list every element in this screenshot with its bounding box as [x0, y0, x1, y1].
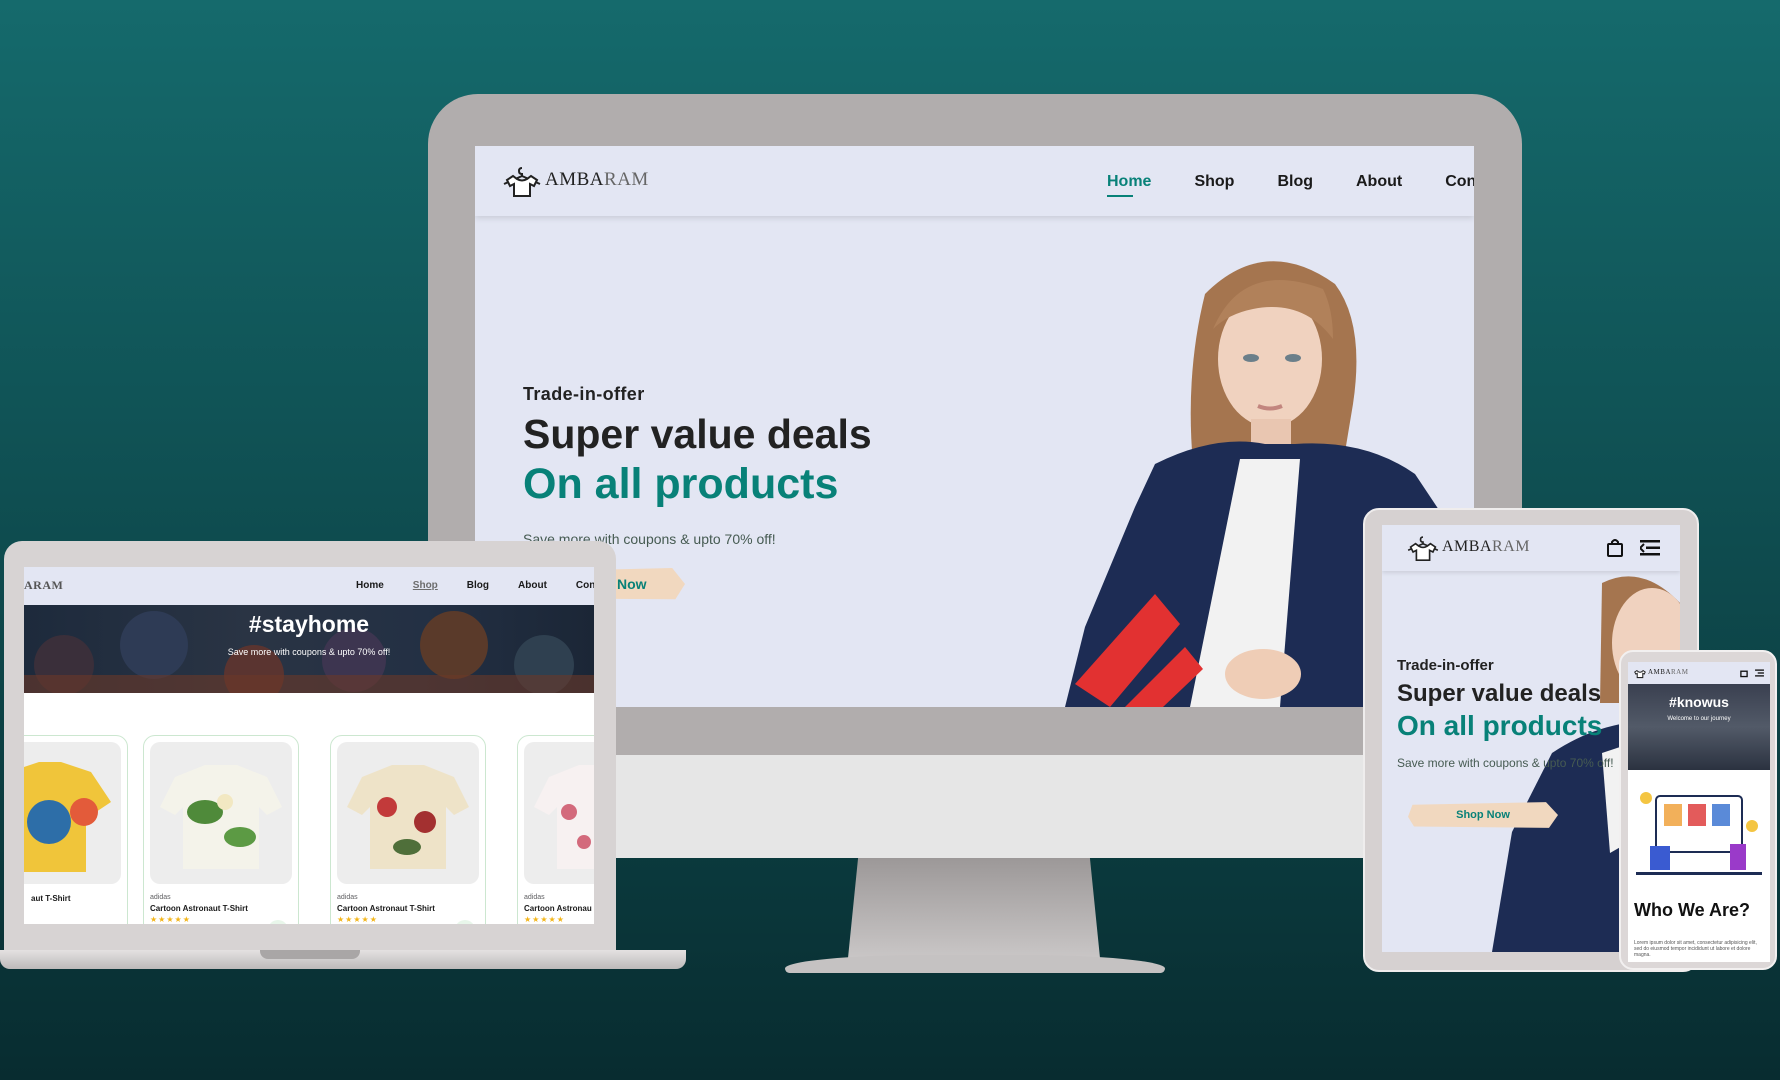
hanger-shirt-icon	[503, 167, 541, 197]
tablet-shop-now-button[interactable]: Shop Now	[1408, 802, 1558, 828]
product-card[interactable]: aut T-Shirt	[24, 735, 128, 924]
logo[interactable]: AMBARAM	[499, 162, 649, 198]
product-name: Cartoon Astronaut T-Shirt	[337, 904, 435, 913]
monitor-stand	[848, 858, 1100, 958]
laptop-navbar: ARAM Home Shop Blog About Conta	[24, 567, 594, 605]
shopping-illustration	[1636, 792, 1762, 875]
product-image	[524, 742, 594, 884]
product-brand: adidas	[524, 894, 545, 901]
product-brand: adidas	[337, 894, 358, 901]
nav-blog[interactable]: Blog	[1277, 173, 1313, 191]
menu-icon[interactable]	[1640, 539, 1660, 557]
product-name: aut T-Shirt	[31, 894, 71, 903]
laptop-logo-text[interactable]: ARAM	[24, 578, 63, 593]
logo-text: AMBARAM	[545, 169, 649, 191]
phone-navbar: AMBARAM	[1628, 662, 1770, 684]
product-brand: adidas	[150, 894, 171, 901]
shopping-bag-icon[interactable]	[1606, 538, 1624, 558]
logo-text-tail: RAM	[1492, 538, 1530, 555]
tablet-hero: Trade-in-offer Super value deals On all …	[1397, 657, 1614, 770]
phone-screen: AMBARAM #knowus Welcome to our journey W…	[1628, 662, 1770, 962]
product-rating: ★★★★★	[524, 915, 565, 924]
laptop-banner-subtitle: Save more with coupons & upto 70% off!	[227, 647, 391, 657]
desktop-hero: Trade-in-offer Super value deals On all …	[523, 384, 872, 547]
logo-text-main: AMBA	[1442, 538, 1493, 555]
phone-banner: #knowus Welcome to our journey	[1628, 684, 1770, 770]
logo-text-tail: RAM	[1671, 668, 1689, 676]
shirt-image	[160, 765, 282, 869]
phone-banner-title: #knowus	[1669, 694, 1729, 710]
laptop-banner-title: #stayhome	[248, 611, 370, 637]
logo-text-main: AMBA	[1648, 668, 1672, 676]
desktop-navbar: AMBARAM Home Shop Blog About Conta	[475, 146, 1474, 216]
shirt-image	[347, 765, 469, 869]
product-name: Cartoon Astronaut T-Shirt	[150, 904, 248, 913]
laptop-nav-contact[interactable]: Conta	[576, 580, 594, 591]
tablet-hero-title: Super value deals	[1397, 680, 1602, 707]
laptop-notch	[260, 950, 360, 959]
product-card[interactable]: adidas Cartoon Astronau ★★★★★	[517, 735, 594, 924]
laptop-nav-blog[interactable]: Blog	[467, 580, 489, 591]
shopping-bag-icon[interactable]	[1740, 668, 1748, 678]
phone-body-text: Lorem ipsum dolor sit amet, consectetur …	[1634, 940, 1757, 958]
laptop-banner: #stayhome Save more with coupons & upto …	[24, 605, 594, 693]
tablet-logo[interactable]: AMBARAM	[1404, 531, 1530, 563]
tablet-hero-highlight: On all products	[1397, 710, 1603, 741]
desktop-screen: AMBARAM Home Shop Blog About Conta Trade…	[475, 146, 1474, 707]
hanger-shirt-icon	[1407, 536, 1439, 562]
product-card[interactable]: adidas Cartoon Astronaut T-Shirt ★★★★★	[143, 735, 299, 924]
nav-contact[interactable]: Conta	[1445, 173, 1474, 191]
hero-kicker: Trade-in-offer	[523, 384, 645, 404]
hero-highlight: On all products	[523, 460, 839, 508]
laptop-nav-about[interactable]: About	[518, 580, 547, 591]
phone-banner-subtitle: Welcome to our journey	[1667, 716, 1731, 722]
hero-title: Super value deals	[523, 411, 872, 457]
logo-text-main: AMBA	[545, 169, 605, 190]
menu-icon[interactable]	[1755, 669, 1764, 677]
laptop-nav-shop[interactable]: Shop	[413, 580, 438, 591]
hanger-shirt-icon	[1634, 669, 1646, 679]
product-image	[337, 742, 479, 884]
phone-logo[interactable]: AMBARAM	[1632, 665, 1688, 679]
tablet-hero-subtitle: Save more with coupons & upto 70% off!	[1397, 756, 1614, 770]
monitor-base	[785, 955, 1165, 973]
product-image	[150, 742, 292, 884]
shirt-image	[24, 762, 111, 872]
product-image	[24, 742, 121, 884]
logo-text: AMBARAM	[1442, 538, 1530, 556]
nav-about[interactable]: About	[1356, 173, 1402, 191]
phone-section-title: Who We Are?	[1634, 900, 1750, 920]
tablet-hero-kicker: Trade-in-offer	[1397, 657, 1494, 674]
product-name: Cartoon Astronau	[524, 904, 592, 913]
logo-text-tail: RAM	[604, 169, 649, 190]
desktop-menu: Home Shop Blog About Conta	[1107, 173, 1474, 197]
laptop-screen: ARAM Home Shop Blog About Conta #stayhom…	[24, 567, 594, 924]
laptop-menu: Home Shop Blog About Conta	[356, 580, 594, 591]
nav-shop[interactable]: Shop	[1194, 173, 1234, 191]
shirt-image	[534, 765, 594, 869]
product-card[interactable]: adidas Cartoon Astronaut T-Shirt ★★★★★	[330, 735, 486, 924]
laptop-nav-home[interactable]: Home	[356, 580, 384, 591]
tablet-navbar: AMBARAM	[1382, 525, 1680, 571]
logo-text: AMBARAM	[1648, 668, 1688, 676]
nav-home[interactable]: Home	[1107, 173, 1151, 197]
